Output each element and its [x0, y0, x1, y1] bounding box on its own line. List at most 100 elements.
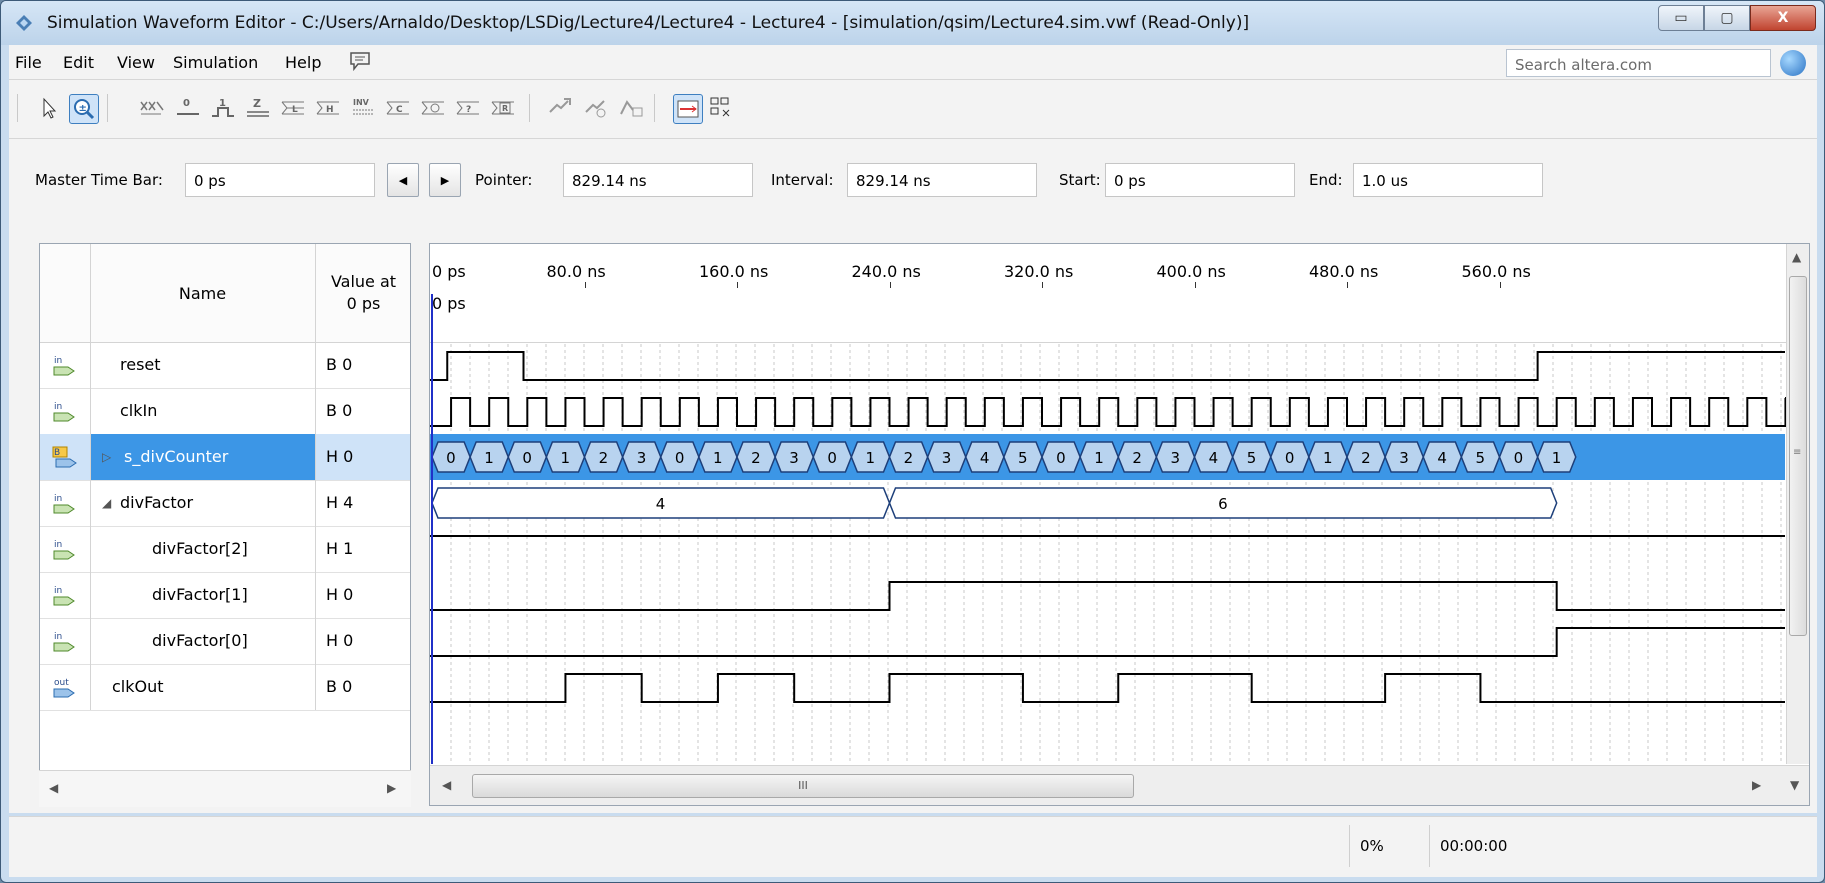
end-label: End: — [1309, 171, 1343, 189]
window-controls: ▭ ▢ X — [1658, 5, 1816, 31]
scroll-down-icon[interactable]: ▼ — [1790, 778, 1799, 792]
svg-text:INV: INV — [353, 98, 370, 107]
signal-row-clkOut[interactable]: out clkOut B 0 — [40, 664, 410, 711]
list-scroll-left-icon[interactable]: ◀ — [49, 781, 58, 795]
time-bar: Master Time Bar: 0 ps ◀ ▶ Pointer: 829.1… — [9, 139, 1817, 213]
edit-grid-icon[interactable] — [707, 94, 735, 122]
pointer-tool-icon[interactable] — [35, 94, 63, 122]
start-field: 0 ps — [1105, 163, 1295, 197]
value-header-line1: Value at — [330, 272, 397, 291]
waveform-pane: 0 ps 80.0 ns 160.0 ns 240.0 ns 320.0 ns 400.0… — [429, 243, 1810, 806]
signal-value: B 0 — [315, 664, 410, 710]
menu-help[interactable]: Help — [285, 53, 321, 72]
signal-name: clkIn — [120, 401, 158, 420]
svg-text:0: 0 — [183, 98, 190, 109]
high-impedance-icon[interactable]: Z — [244, 94, 272, 122]
bus-segment-value: 0 — [1285, 449, 1295, 467]
arbitrary-value-icon[interactable]: ? — [454, 94, 482, 122]
minimize-button[interactable]: ▭ — [1658, 5, 1704, 31]
svg-text:C: C — [396, 105, 403, 115]
progress-status: 0% — [1349, 825, 1432, 867]
pointer-field: 829.14 ns — [563, 163, 753, 197]
signal-icon-cell: in — [40, 618, 91, 664]
input-pin-icon: in — [53, 540, 75, 560]
maximize-button[interactable]: ▢ — [1704, 5, 1750, 31]
menu-edit[interactable]: Edit — [63, 53, 94, 72]
search-input[interactable]: Search altera.com — [1506, 49, 1771, 77]
force-low-icon[interactable]: 0 — [174, 94, 202, 122]
uninitialized-icon[interactable] — [137, 94, 165, 122]
bus-segment-value: 4 — [980, 449, 990, 467]
close-button[interactable]: X — [1750, 5, 1816, 31]
window-title: Simulation Waveform Editor - C:/Users/Ar… — [47, 13, 1250, 33]
bus-segment-value: 2 — [904, 449, 914, 467]
signal-row-divFactor1[interactable]: in divFactor[1] H 0 — [40, 572, 410, 619]
weak-low-icon[interactable]: L — [279, 94, 307, 122]
input-pin-icon: in — [53, 632, 75, 652]
scroll-left-icon[interactable]: ◀ — [442, 778, 451, 792]
horizontal-scrollbar[interactable]: ◀ III ▶ ▼ — [430, 765, 1809, 805]
input-pin-icon: in — [53, 402, 75, 422]
output-pin-icon: out — [53, 678, 75, 698]
signal-name: divFactor[2] — [152, 539, 248, 558]
master-time-bar-field[interactable]: 0 ps — [185, 163, 375, 197]
menu-file[interactable]: File — [15, 53, 42, 72]
vertical-scroll-thumb[interactable]: ≡ — [1789, 276, 1807, 636]
collapse-icon[interactable]: ◢ — [102, 480, 111, 526]
svg-text:B: B — [54, 448, 60, 458]
menu-simulation[interactable]: Simulation — [173, 53, 258, 72]
weak-high-icon[interactable]: H — [314, 94, 342, 122]
overwrite-clock-icon[interactable] — [419, 94, 447, 122]
menu-view[interactable]: View — [117, 53, 155, 72]
force-high-icon[interactable]: 1 — [209, 94, 237, 122]
signal-row-divFactor[interactable]: in ◢ divFactor H 4 — [40, 480, 410, 527]
run-timing-simulation-icon[interactable] — [581, 94, 609, 122]
signal-row-reset[interactable]: in reset B 0 — [40, 342, 410, 389]
signal-list-horizontal-scrollbar[interactable]: ◀ ▶ — [39, 770, 411, 807]
vertical-scrollbar[interactable]: ▲ ≡ — [1786, 244, 1809, 764]
signal-row-s_divCounter[interactable]: B ▷ s_divCounter H 0 — [40, 434, 410, 481]
signal-value: H 0 — [315, 572, 410, 618]
bus-segment-value: 5 — [1247, 449, 1257, 467]
waveform-canvas[interactable]: 0 1 0 1 2 3 0 1 2 3 0 1 2 3 4 5 0 1 2 3 4 5 0 1 2 3 4 5 0 1 4 6 — [430, 244, 1789, 764]
count-value-icon[interactable]: C — [384, 94, 412, 122]
zoom-tool-icon[interactable]: ± — [69, 94, 99, 124]
interval-field: 829.14 ns — [847, 163, 1037, 197]
signal-value: H 0 — [315, 434, 410, 480]
bus-segment-value: 1 — [1094, 449, 1104, 467]
snap-to-grid-icon[interactable] — [673, 94, 703, 124]
signal-row-clkIn[interactable]: in clkIn B 0 — [40, 388, 410, 435]
svg-text:L: L — [292, 105, 298, 115]
start-label: Start: — [1059, 171, 1101, 189]
value-column-header[interactable]: Value at 0 ps — [315, 244, 410, 342]
signal-row-divFactor2[interactable]: in divFactor[2] H 1 — [40, 526, 410, 573]
signal-icon-cell: in — [40, 480, 91, 526]
maximize-icon: ▢ — [1720, 10, 1734, 26]
invert-icon[interactable]: INV — [349, 94, 377, 122]
expand-icon[interactable]: ▷ — [102, 434, 111, 480]
scroll-up-icon[interactable]: ▲ — [1792, 250, 1801, 264]
list-scroll-right-icon[interactable]: ▶ — [387, 781, 396, 795]
scroll-right-icon[interactable]: ▶ — [1752, 778, 1761, 792]
toolbar-separator-3 — [654, 94, 655, 122]
previous-transition-button[interactable]: ◀ — [387, 163, 419, 197]
bus-segment-value: 4 — [656, 495, 666, 513]
run-functional-simulation-icon[interactable] — [545, 94, 573, 122]
bus-icon: B — [52, 446, 77, 468]
next-transition-button[interactable]: ▶ — [429, 163, 461, 197]
generate-netlist-icon[interactable] — [617, 94, 645, 122]
signal-icon-cell: in — [40, 526, 91, 572]
signal-row-divFactor0[interactable]: in divFactor[0] H 0 — [40, 618, 410, 665]
feedback-icon[interactable] — [349, 51, 371, 71]
horizontal-scroll-thumb[interactable]: III — [472, 774, 1134, 798]
bus-segment-value: 1 — [1323, 449, 1333, 467]
pointer-label: Pointer: — [475, 171, 533, 189]
random-values-icon[interactable]: R — [489, 94, 517, 122]
bus-segment-value: 5 — [1475, 449, 1485, 467]
name-column-header[interactable]: Name — [90, 244, 316, 342]
elapsed-time-status: 00:00:00 — [1429, 825, 1530, 867]
svg-text:in: in — [54, 356, 62, 366]
globe-icon[interactable] — [1780, 50, 1806, 76]
app-icon — [16, 15, 32, 31]
input-pin-icon: in — [53, 586, 75, 606]
